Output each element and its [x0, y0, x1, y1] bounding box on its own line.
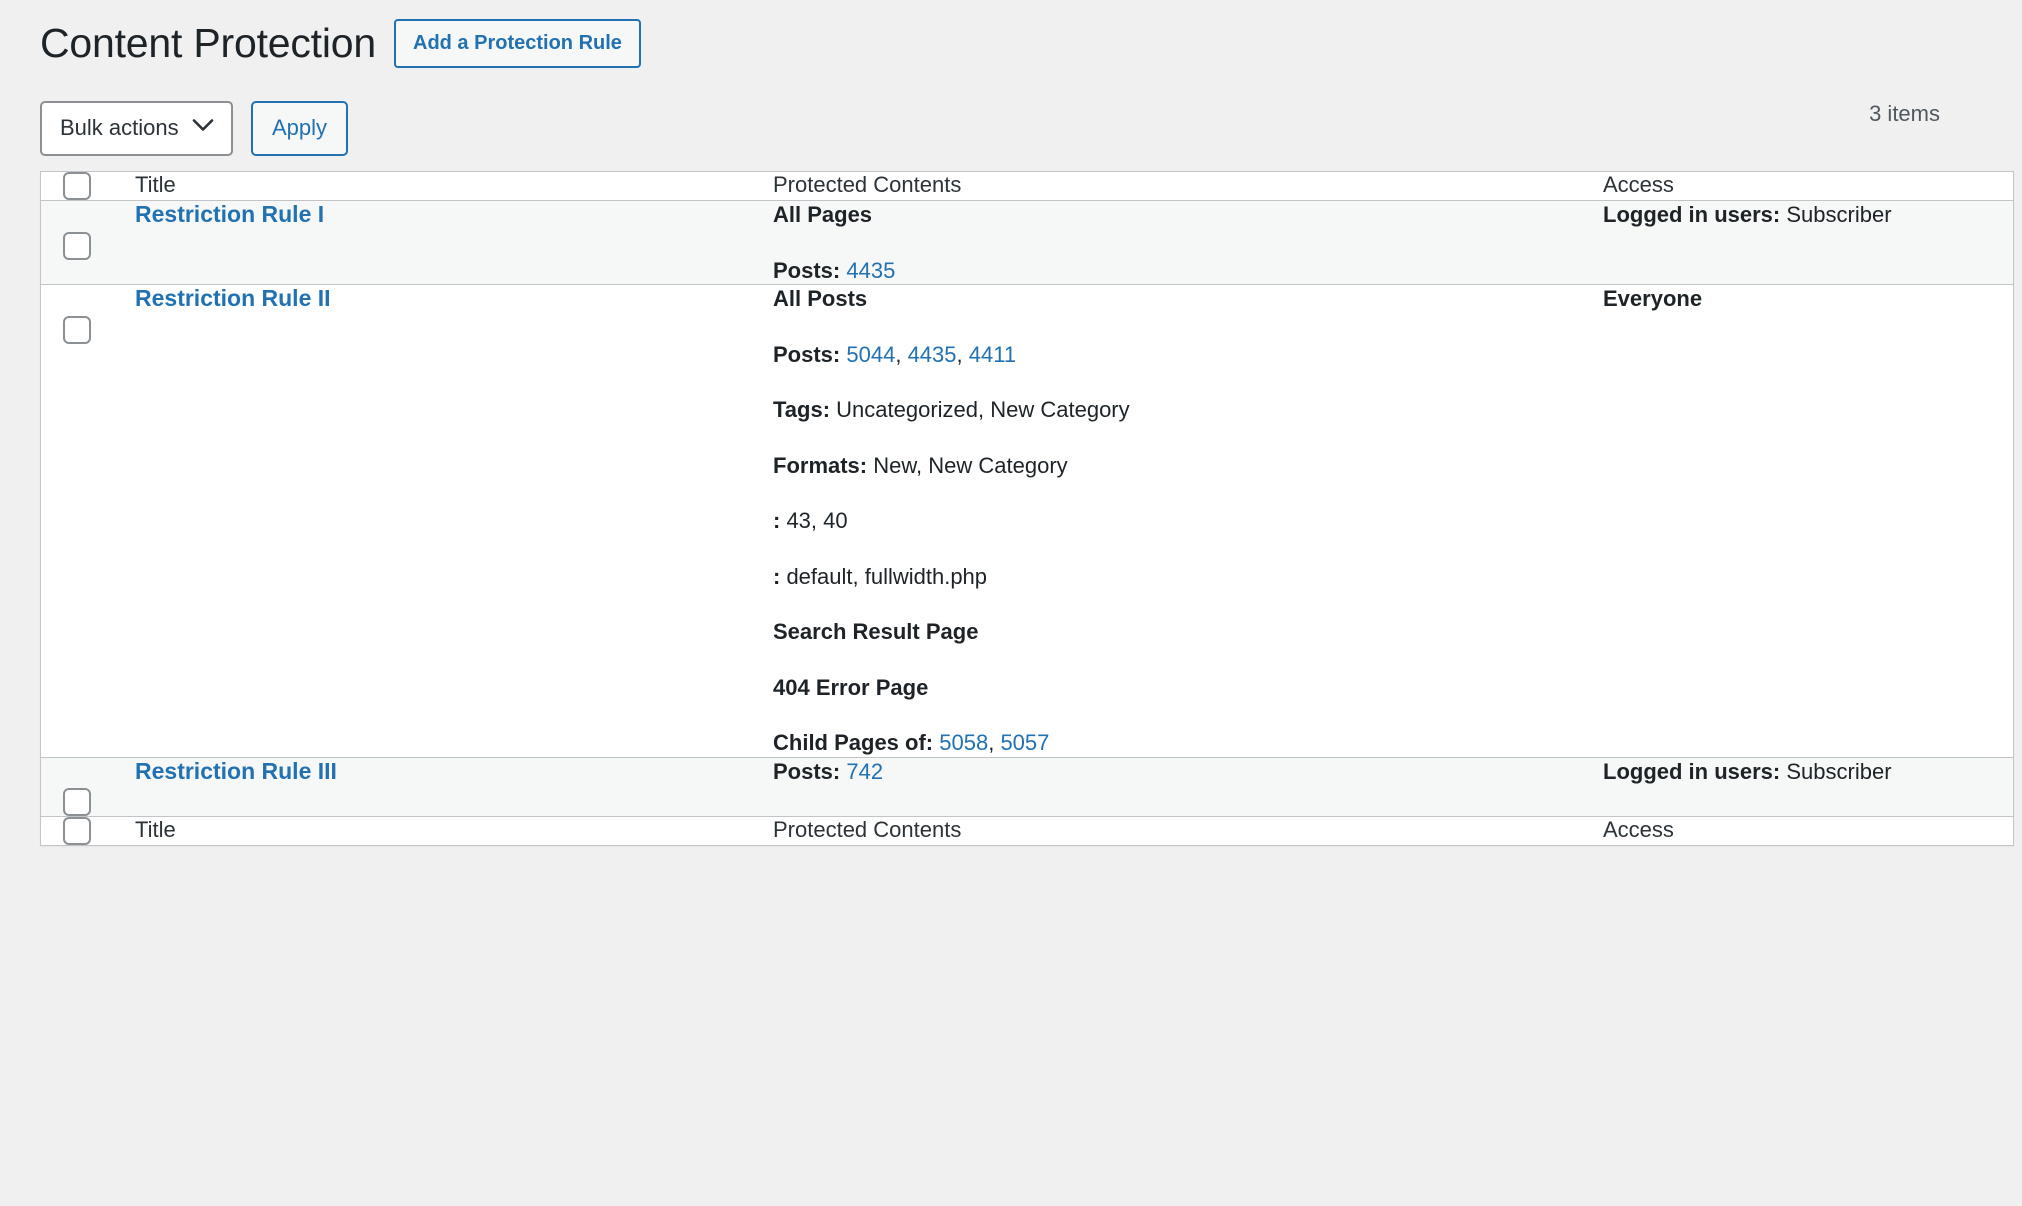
protected-content-link[interactable]: 4411: [969, 342, 1016, 367]
protected-content-line: : default, fullwidth.php: [773, 563, 1603, 591]
column-footer-access[interactable]: Access: [1603, 816, 2013, 846]
protected-content-label: Formats:: [773, 452, 868, 478]
access-line: Logged in users: Subscriber: [1603, 758, 2013, 786]
row-checkbox[interactable]: [63, 315, 91, 344]
protected-content-line: All Posts: [773, 285, 1603, 313]
protected-content-line: All Pages: [773, 201, 1603, 229]
protected-contents-cell: All Pages Posts: 4435: [773, 201, 1603, 286]
protected-content-line: Posts: 5044, 4435, 4411: [773, 341, 1017, 367]
rule-title-cell: Restriction Rule III: [135, 757, 773, 817]
protected-content-value: Uncategorized, New Category: [830, 397, 1130, 423]
rule-title-cell: Restriction Rule I: [135, 201, 773, 286]
protected-content-link[interactable]: 4435: [908, 342, 957, 367]
row-checkbox[interactable]: [63, 788, 91, 817]
protected-content-value: New, New Category: [867, 452, 1068, 478]
column-header-protected-contents[interactable]: Protected Contents: [773, 172, 1603, 202]
protected-content-link[interactable]: 4435: [846, 258, 895, 283]
table-footer-row: Title Protected Contents Access: [41, 816, 2013, 846]
table-foot: Title Protected Contents Access: [41, 816, 2013, 846]
protected-content-line: Formats: New, New Category: [773, 452, 1603, 480]
table-row: Restriction Rule I All Pages Posts: 4435 Lo…: [41, 201, 2013, 286]
table-head: Title Protected Contents Access: [41, 172, 2013, 202]
protected-content-link[interactable]: 5044: [846, 342, 895, 367]
protected-content-label: Posts:: [773, 341, 841, 367]
access-cell: Everyone: [1603, 285, 2013, 758]
protected-content-link[interactable]: 742: [846, 759, 883, 784]
protected-content-label: All Posts: [773, 286, 868, 312]
protected-content-label: 404 Error Page: [773, 674, 929, 700]
displaying-item-count: 3 items: [1869, 101, 1940, 127]
access-value: Subscriber: [1780, 758, 1892, 784]
protected-content-label: Tags:: [773, 397, 831, 423]
protected-content-line: Posts: 742: [773, 758, 1603, 786]
table-body: Restriction Rule I All Pages Posts: 4435 Lo…: [41, 201, 2013, 817]
protected-content-value: 43, 40: [780, 508, 848, 534]
rule-title-cell: Restriction Rule II: [135, 285, 773, 758]
access-label: Logged in users:: [1603, 758, 1781, 784]
row-select-cell: [41, 201, 135, 286]
protected-content-line: 404 Error Page: [773, 674, 1603, 702]
select-all-footer-header: [41, 816, 135, 846]
protected-content-link[interactable]: 5058: [939, 730, 988, 755]
access-cell: Logged in users: Subscriber: [1603, 201, 2013, 286]
protected-content-line: : 43, 40: [773, 507, 1603, 535]
protected-content-label: Child Pages of:: [773, 730, 934, 756]
protected-content-label: Posts:: [773, 758, 841, 784]
rule-title-link[interactable]: Restriction Rule II: [135, 285, 331, 311]
access-line: Everyone: [1603, 285, 2013, 313]
page-header: Content Protection Add a Protection Rule: [0, 0, 2022, 69]
access-label: Logged in users:: [1603, 202, 1781, 228]
access-value: Subscriber: [1780, 202, 1892, 228]
select-all-header: [41, 172, 135, 202]
protected-contents-cell: Posts: 742: [773, 757, 1603, 817]
rule-title-link[interactable]: Restriction Rule I: [135, 201, 324, 227]
protected-content-line: Tags: Uncategorized, New Category: [773, 396, 1603, 424]
protected-content-label: All Pages: [773, 202, 873, 228]
access-cell: Logged in users: Subscriber: [1603, 757, 2013, 817]
page-title: Content Protection: [40, 20, 376, 66]
column-header-access[interactable]: Access: [1603, 172, 2013, 202]
protected-content-line: Posts: 4435: [773, 257, 1603, 285]
protected-content-line: Child Pages of: 5058, 5057: [773, 730, 1050, 756]
access-label: Everyone: [1603, 286, 1703, 312]
add-protection-rule-button[interactable]: Add a Protection Rule: [394, 19, 641, 69]
row-select-cell: [41, 285, 135, 758]
bulk-actions-wrapper: Bulk actions: [40, 100, 233, 156]
row-select-cell: [41, 757, 135, 817]
table-row: Restriction Rule III Posts: 742 Logged in …: [41, 757, 2013, 817]
apply-button[interactable]: Apply: [251, 100, 349, 156]
rule-title-link[interactable]: Restriction Rule III: [135, 758, 337, 784]
protected-content-label: Posts:: [773, 257, 841, 283]
protected-content-label: Search Result Page: [773, 619, 979, 645]
column-footer-protected-contents[interactable]: Protected Contents: [773, 816, 1603, 846]
select-all-checkbox[interactable]: [63, 172, 91, 201]
protected-content-link[interactable]: 5057: [1000, 730, 1049, 755]
protected-contents-cell: All Posts Posts: 5044, 4435, 4411 Tags: Un…: [773, 285, 1603, 758]
bulk-actions-select[interactable]: Bulk actions: [40, 100, 233, 156]
column-header-title[interactable]: Title: [135, 172, 773, 202]
table-header-row: Title Protected Contents Access: [41, 172, 2013, 202]
protected-content-value: default, fullwidth.php: [780, 563, 988, 589]
protected-content-line: Search Result Page: [773, 618, 1603, 646]
row-checkbox[interactable]: [63, 231, 91, 260]
column-footer-title[interactable]: Title: [135, 816, 773, 846]
select-all-checkbox-footer[interactable]: [63, 817, 91, 846]
protection-rules-table: Title Protected Contents Access Restrict…: [40, 171, 2014, 847]
access-line: Logged in users: Subscriber: [1603, 201, 2013, 229]
table-row: Restriction Rule II All Posts Posts: 5044,…: [41, 285, 2013, 758]
table-toolbar: Bulk actions Apply 3 items: [0, 69, 2022, 159]
